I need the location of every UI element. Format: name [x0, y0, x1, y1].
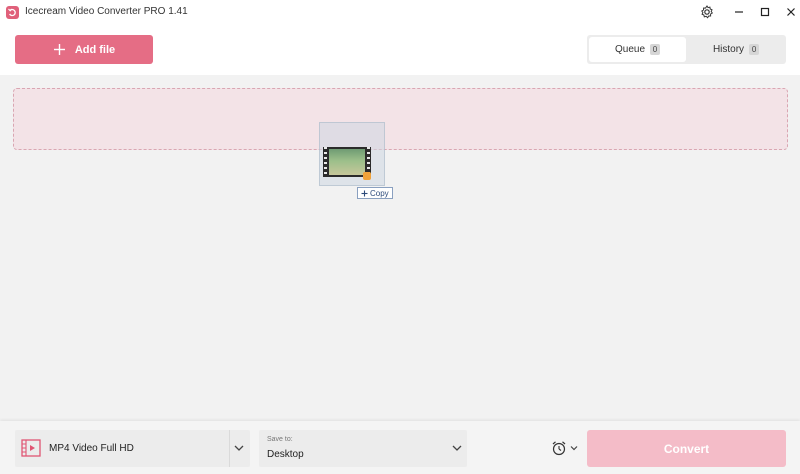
queue-count-badge: 0 [650, 44, 661, 55]
save-to-caption: Save to: [267, 436, 293, 443]
minimize-icon[interactable] [725, 0, 753, 24]
copy-cursor-tag: Copy [357, 187, 393, 199]
tab-queue-label: Queue [614, 44, 646, 55]
divider [229, 430, 230, 467]
schedule-button[interactable] [551, 438, 581, 458]
gear-icon[interactable] [693, 0, 721, 24]
header-bar: Add file Queue 0 History 0 [0, 24, 800, 75]
output-format-label: MP4 Video Full HD [49, 443, 134, 454]
copy-label: Copy [370, 188, 389, 198]
plus-small-icon [361, 190, 368, 196]
chevron-down-icon[interactable] [233, 442, 245, 454]
bottom-bar: MP4 Video Full HD Save to: Desktop Conve… [0, 421, 800, 474]
file-drop-zone[interactable] [13, 88, 788, 150]
maximize-icon[interactable] [751, 0, 779, 24]
window-title: Icecream Video Converter PRO 1.41 [25, 6, 188, 17]
close-icon[interactable] [777, 0, 800, 24]
convert-label: Convert [663, 441, 710, 456]
tab-history-label: History [712, 44, 745, 55]
add-file-label: Add file [74, 43, 116, 56]
film-icon [21, 439, 41, 457]
tab-history[interactable]: History 0 [688, 37, 784, 62]
tab-queue[interactable]: Queue 0 [589, 37, 686, 62]
app-logo-icon [6, 6, 19, 19]
plus-icon [53, 44, 65, 55]
history-count-badge: 0 [749, 44, 760, 55]
shortcut-badge-icon [363, 172, 371, 180]
view-tabs: Queue 0 History 0 [587, 35, 786, 64]
convert-button[interactable]: Convert [587, 430, 786, 467]
output-format-select[interactable]: MP4 Video Full HD [15, 430, 250, 467]
save-location-select[interactable]: Save to: Desktop [259, 430, 467, 467]
chevron-down-icon[interactable] [451, 442, 463, 454]
alarm-clock-icon [552, 441, 566, 456]
chevron-down-icon [570, 446, 578, 451]
dragged-file-thumbnail [319, 122, 385, 186]
save-to-value: Desktop [267, 449, 304, 460]
add-file-button[interactable]: Add file [15, 35, 153, 64]
title-bar: Icecream Video Converter PRO 1.41 [0, 0, 800, 24]
